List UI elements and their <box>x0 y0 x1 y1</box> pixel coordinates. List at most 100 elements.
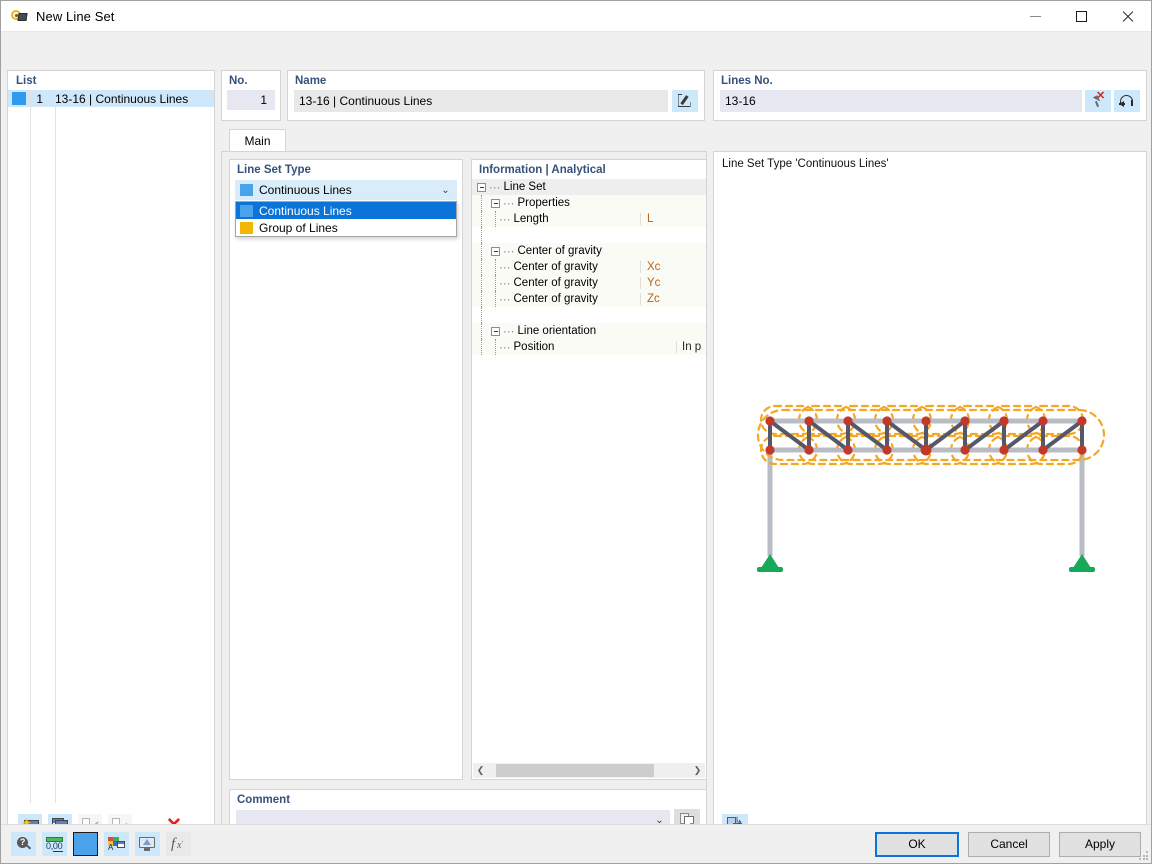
expander-icon[interactable] <box>491 246 500 256</box>
number-format-text: 0,00 <box>46 840 63 851</box>
tree-label: Center of gravity <box>513 293 598 305</box>
model-viewport[interactable] <box>715 176 1145 805</box>
tree-symbol: Zc <box>640 293 676 305</box>
information-tree[interactable]: ⋯ Line Set ⋯ Properties ⋯ Length L ⋯ Cen… <box>472 179 706 767</box>
pick-lines-button[interactable]: ✕ <box>1085 90 1111 112</box>
line-set-type-swatch <box>240 184 253 196</box>
status-icon-group: ? 0,00 A f x · <box>1 832 191 856</box>
tree-label: Length <box>513 213 549 225</box>
minimize-button[interactable] <box>1012 1 1058 32</box>
tree-row-line-orientation[interactable]: ⋯ Line orientation <box>472 323 706 339</box>
monitor-icon <box>139 836 156 852</box>
number-format-icon: 0,00 <box>46 836 63 852</box>
line-set-type-panel: Line Set Type Continuous Lines ⌄ Continu… <box>229 159 463 780</box>
formula-button[interactable]: f x · <box>166 832 191 856</box>
tree-row-cog-z[interactable]: ⋯ Center of gravity Zc <box>472 291 706 307</box>
lines-no-panel: Lines No. 13-16 ✕ <box>713 70 1147 121</box>
window-title: New Line Set <box>36 8 115 24</box>
cancel-button[interactable]: Cancel <box>968 831 1050 857</box>
ok-button[interactable]: OK <box>875 831 959 857</box>
scroll-right-arrow-icon[interactable]: ❯ <box>690 763 705 778</box>
hscroll-thumb[interactable] <box>496 764 654 777</box>
tab-strip: Main <box>221 129 1147 152</box>
tree-row-line-set[interactable]: ⋯ Line Set <box>472 179 706 195</box>
apply-button[interactable]: Apply <box>1059 831 1141 857</box>
tree-symbol: L <box>640 213 676 225</box>
list-panel: List 1 13-16 | Continuous Lines ✦ <box>7 70 215 846</box>
tree-symbol: Xc <box>640 261 676 273</box>
information-hscrollbar[interactable]: ❮ ❯ <box>473 763 705 778</box>
tree-value: In p <box>676 341 706 353</box>
information-label: Information | Analytical <box>479 164 606 176</box>
information-panel: Information | Analytical ⋯ Line Set ⋯ Pr… <box>471 159 707 780</box>
reset-lines-button[interactable] <box>1114 90 1140 112</box>
dropdown-option-group-of-lines[interactable]: Group of Lines <box>236 219 456 236</box>
lines-no-input[interactable]: 13-16 <box>720 90 1082 112</box>
line-set-type-label: Line Set Type <box>237 164 311 176</box>
number-panel: No. 1 <box>221 70 281 121</box>
list-rows: 1 13-16 | Continuous Lines <box>8 90 214 803</box>
option-label: Continuous Lines <box>259 203 352 218</box>
name-label: Name <box>295 75 327 87</box>
option-swatch-yellow <box>240 221 253 234</box>
color-selector-button[interactable] <box>73 832 98 856</box>
close-button[interactable] <box>1104 1 1151 32</box>
line-set-type-dropdown: Continuous Lines Group of Lines <box>235 201 457 237</box>
option-label: Group of Lines <box>259 220 338 235</box>
tree-row-length[interactable]: ⋯ Length L <box>472 211 706 227</box>
display-settings-button[interactable] <box>135 832 160 856</box>
color-swatch-icon <box>74 833 97 855</box>
viewport-panel: Line Set Type 'Continuous Lines' ↳ <box>713 151 1147 846</box>
tree-label: Position <box>513 341 555 353</box>
window-controls <box>1012 1 1151 32</box>
tree-label: Properties <box>517 197 570 209</box>
tree-symbol: Yc <box>640 277 676 289</box>
list-panel-label: List <box>16 75 37 87</box>
option-swatch-blue <box>240 204 253 217</box>
tree-row-center-of-gravity-group[interactable]: ⋯ Center of gravity <box>472 243 706 259</box>
line-set-icon <box>10 7 28 25</box>
list-item[interactable]: 1 13-16 | Continuous Lines <box>8 90 214 107</box>
truss-model-svg <box>756 404 1106 572</box>
info-query-button[interactable]: ? <box>11 832 36 856</box>
lines-no-label: Lines No. <box>721 75 773 87</box>
tree-row-cog-x[interactable]: ⋯ Center of gravity Xc <box>472 259 706 275</box>
expander-icon[interactable] <box>477 182 486 192</box>
fx-formula-icon: f x · <box>171 835 184 852</box>
chevron-down-icon[interactable]: ⌄ <box>439 185 452 196</box>
new-line-set-dialog: New Line Set List 1 13-16 | Continuous L… <box>0 0 1152 864</box>
dropdown-option-continuous-lines[interactable]: Continuous Lines <box>236 202 456 219</box>
viewport-title: Line Set Type 'Continuous Lines' <box>722 158 889 170</box>
dialog-button-group: OK Cancel Apply <box>875 825 1141 863</box>
decimal-places-button[interactable]: 0,00 <box>42 832 67 856</box>
tab-main[interactable]: Main <box>229 129 286 152</box>
list-item-number: 1 <box>36 91 43 106</box>
line-set-type-value: Continuous Lines <box>259 183 352 197</box>
tree-label: Center of gravity <box>513 277 598 289</box>
layers-window-icon: A <box>108 836 125 852</box>
expander-icon[interactable] <box>491 198 500 208</box>
tree-label: Center of gravity <box>513 261 598 273</box>
hscroll-track[interactable] <box>488 763 690 778</box>
maximize-button[interactable] <box>1058 1 1104 32</box>
cursor-pick-icon: ✕ <box>1090 91 1106 109</box>
tree-row-cog-y[interactable]: ⋯ Center of gravity Yc <box>472 275 706 291</box>
name-edit-button[interactable] <box>672 90 698 112</box>
line-set-type-combobox[interactable]: Continuous Lines ⌄ Continuous Lines Grou… <box>235 180 457 237</box>
number-label: No. <box>229 75 248 87</box>
tree-row-spacer <box>472 227 706 243</box>
undo-arrow-icon <box>1118 94 1136 108</box>
tree-row-properties[interactable]: ⋯ Properties <box>472 195 706 211</box>
name-input[interactable]: 13-16 | Continuous Lines <box>294 90 668 112</box>
expander-icon[interactable] <box>491 326 500 336</box>
tree-label: Center of gravity <box>517 245 602 257</box>
edit-pencil-icon <box>677 94 693 108</box>
name-panel: Name 13-16 | Continuous Lines <box>287 70 705 121</box>
scroll-left-arrow-icon[interactable]: ❮ <box>473 763 488 778</box>
tree-row-position[interactable]: ⋯ Position In p <box>472 339 706 355</box>
title-bar: New Line Set <box>1 1 1151 32</box>
columns <box>767 454 1085 556</box>
resize-grip[interactable] <box>1139 851 1149 861</box>
number-field[interactable]: 1 <box>227 90 275 110</box>
layers-button[interactable]: A <box>104 832 129 856</box>
